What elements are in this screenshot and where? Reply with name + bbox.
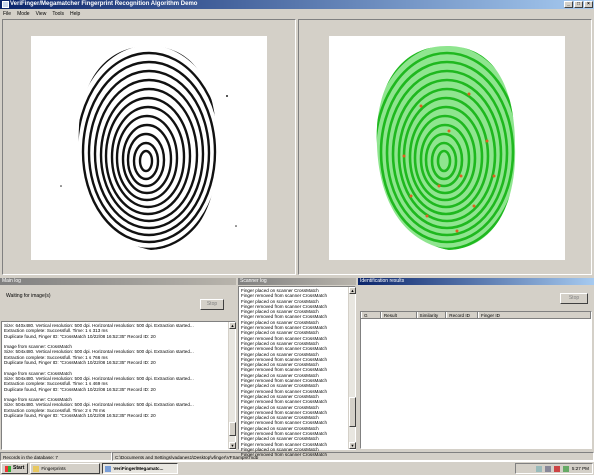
identification-stop-button[interactable]: Stop	[560, 293, 588, 304]
main-log-stop-button[interactable]: Stop	[200, 299, 224, 310]
scanner-log-scrollbar[interactable]: ▲ ▼	[348, 287, 356, 449]
taskbar: Start Fingerprints VeriFinger/Megamatc..…	[0, 461, 594, 475]
start-label: Start	[13, 465, 25, 471]
maximize-button[interactable]: □	[574, 1, 583, 8]
column-similarity[interactable]: Similarity	[416, 312, 447, 318]
scroll-up-arrow-icon[interactable]: ▲	[349, 287, 356, 294]
database-path: C:\Documents and Settings\vadanes1\Deskt…	[112, 452, 594, 461]
menu-bar: File Mode View Tools Help	[0, 9, 594, 18]
window-title: VeriFinger/Megamatcher Fingerprint Recog…	[10, 1, 198, 7]
scroll-down-arrow-icon[interactable]: ▼	[349, 442, 356, 449]
scanner-log-textbox[interactable]: Finger placed on scanner CrossMatch Finge…	[238, 286, 356, 457]
column-result[interactable]: Result	[380, 312, 417, 318]
taskbar-item-verifinger[interactable]: VeriFinger/Megamatc...	[102, 463, 179, 474]
start-button[interactable]: Start	[1, 463, 29, 474]
menu-mode[interactable]: Mode	[17, 11, 30, 17]
main-log-status: Waiting for image(s)	[6, 293, 51, 299]
log-line: Size: 504x480. Vertical resolution: 500 …	[4, 349, 194, 355]
fingerprint-image-view[interactable]	[2, 19, 296, 275]
scroll-down-arrow-icon[interactable]: ▼	[229, 442, 236, 449]
main-log-lines: Size: 640x480. Vertical resolution: 500 …	[4, 323, 227, 418]
folder-icon	[33, 465, 40, 472]
column-record-id[interactable]: Record ID	[446, 312, 479, 318]
taskbar-item-label: VeriFinger/Megamatc...	[113, 466, 164, 471]
tray-app-icon[interactable]	[562, 465, 569, 472]
raw-fingerprint-image	[60, 46, 237, 250]
scanner-log-header: Scanner log	[238, 278, 356, 285]
status-bar: Records in the database: 7 C:\Documents …	[0, 452, 594, 461]
close-button[interactable]: ×	[584, 1, 593, 8]
windows-logo-icon	[5, 465, 11, 472]
app-icon[interactable]	[2, 1, 9, 8]
menu-help[interactable]: Help	[70, 11, 80, 17]
main-log-scrollbar[interactable]: ▲ ▼	[228, 322, 236, 449]
processed-fingerprint-view[interactable]	[298, 19, 592, 275]
scanner-log-lines: Finger placed on scanner CrossMatch Finge…	[241, 288, 347, 458]
main-log-status-area: Waiting for image(s) Stop	[0, 285, 236, 317]
log-line: Size: 504x480. Vertical resolution: 500 …	[4, 402, 194, 408]
security-icon[interactable]	[553, 465, 560, 472]
clock[interactable]: 5:27 PM	[572, 466, 589, 471]
identification-results-table[interactable]: G Result Similarity Record ID Finger ID	[360, 311, 592, 449]
taskbar-item-fingerprints[interactable]: Fingerprints	[30, 463, 101, 474]
minimize-button[interactable]: _	[564, 1, 573, 8]
system-tray: 5:27 PM	[515, 463, 593, 474]
scroll-up-arrow-icon[interactable]: ▲	[229, 322, 236, 329]
network-icon[interactable]	[535, 465, 542, 472]
column-finger-id[interactable]: Finger ID	[478, 312, 591, 318]
column-g[interactable]: G	[361, 312, 381, 318]
scroll-thumb[interactable]	[349, 397, 356, 427]
app-icon	[105, 465, 112, 472]
log-line: Duplicate found, Finger ID: "CrossMatch …	[4, 413, 156, 419]
scroll-thumb[interactable]	[229, 422, 236, 436]
menu-file[interactable]: File	[3, 11, 11, 17]
identification-results-panel: Stop G Result Similarity Record ID Finge…	[358, 285, 594, 450]
records-count: Records in the database: 7	[0, 452, 112, 461]
menu-view[interactable]: View	[36, 11, 47, 17]
results-table-header: G Result Similarity Record ID Finger ID	[361, 312, 591, 319]
main-log-header: Main log	[0, 278, 236, 285]
menu-tools[interactable]: Tools	[52, 11, 64, 17]
taskbar-item-label: Fingerprints	[41, 466, 66, 471]
main-log-textbox[interactable]: Size: 640x480. Vertical resolution: 500 …	[1, 321, 236, 450]
identification-results-header: Identification results	[358, 278, 594, 285]
skeleton-fingerprint-image	[376, 46, 516, 250]
title-bar[interactable]: VeriFinger/Megamatcher Fingerprint Recog…	[0, 0, 594, 9]
volume-icon[interactable]	[544, 465, 551, 472]
